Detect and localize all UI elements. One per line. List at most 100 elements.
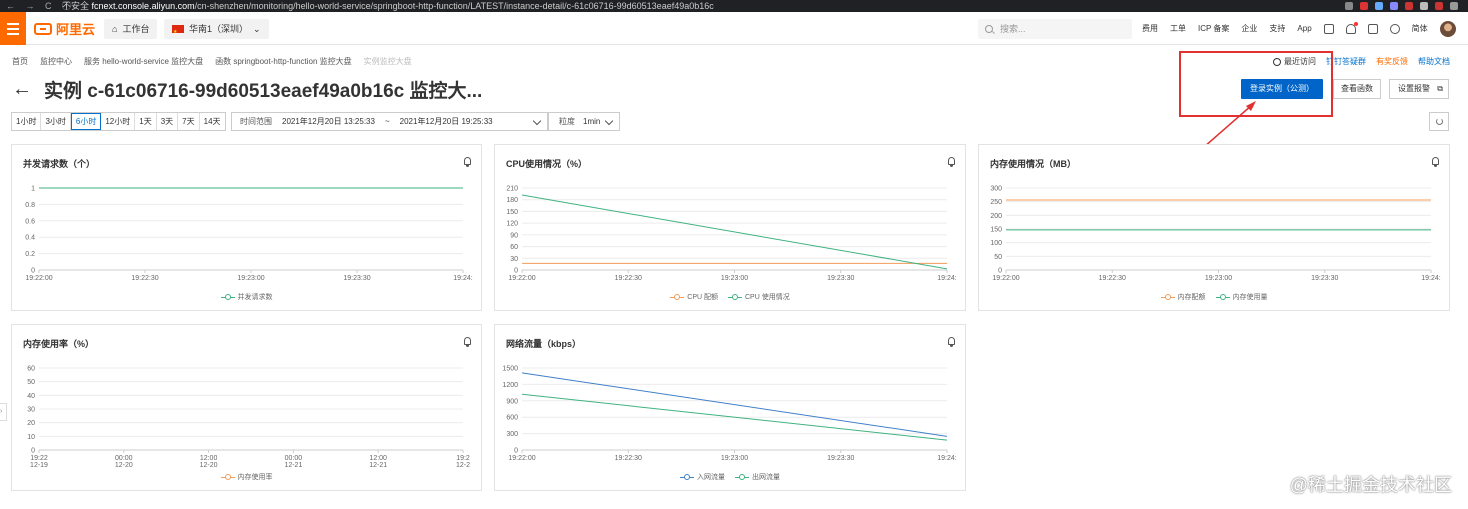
- x-tick-label: 00:00: [115, 455, 133, 462]
- x-tick-label: 00:00: [285, 455, 303, 462]
- x-tick-label: 12-20: [200, 462, 218, 469]
- legend-item[interactable]: 内存使用量: [1215, 292, 1268, 302]
- time-btn-3h[interactable]: 3小时: [41, 113, 71, 130]
- x-tick-label: 19:22:00: [508, 275, 535, 282]
- home-icon: ⌂: [112, 24, 118, 34]
- feedback-link[interactable]: 有奖反馈: [1376, 56, 1408, 67]
- legend-marker-icon: [220, 293, 235, 301]
- y-tick-label: 1200: [502, 382, 518, 389]
- chart-legend: 并发请求数: [12, 292, 481, 302]
- legend-item[interactable]: CPU 配额: [670, 292, 718, 302]
- help-docs-link[interactable]: 帮助文档: [1418, 56, 1450, 67]
- language-switch[interactable]: 简体: [1412, 23, 1428, 34]
- terminal-icon[interactable]: [1323, 23, 1334, 34]
- time-btn-1h[interactable]: 1小时: [12, 113, 42, 130]
- extension-icons[interactable]: [1345, 2, 1458, 10]
- x-tick-label: 19:24:: [1421, 275, 1441, 282]
- nav-link-enterprise[interactable]: 企业: [1241, 23, 1257, 34]
- breadcrumb-item-service[interactable]: 服务 hello-world-service 监控大盘: [84, 56, 203, 67]
- legend-item[interactable]: CPU 使用情况: [728, 292, 790, 302]
- set-alarm-label: 设置报警: [1398, 84, 1430, 93]
- nav-link-icp[interactable]: ICP 备案: [1198, 23, 1229, 34]
- sidebar-collapse-toggle[interactable]: ›: [0, 403, 7, 421]
- nav-link-billing[interactable]: 费用: [1142, 23, 1158, 34]
- region-selector[interactable]: 华南1（深圳） ⌄: [164, 19, 269, 42]
- help-icon[interactable]: [1389, 23, 1400, 34]
- legend-label: 并发请求数: [237, 294, 273, 301]
- time-btn-6h[interactable]: 6小时: [70, 113, 102, 130]
- x-tick-label: 19:23:30: [827, 455, 854, 462]
- breadcrumb-item-current: 实例监控大盘: [363, 57, 412, 66]
- page-header: ← 实例 c-61c06716-99d60513eaef49a0b16c 监控大…: [12, 76, 482, 102]
- x-tick-label: 19:22:30: [1099, 275, 1126, 282]
- legend-item[interactable]: 入网流量: [680, 472, 725, 482]
- chart-panel-concurrent-requests: 并发请求数（个） 0 0.2 0.4 0.6 0.8 1 19:22:00 19:22:30 1…: [11, 144, 482, 311]
- x-tick-label: 19:23:30: [1311, 275, 1338, 282]
- menu-icon[interactable]: [0, 12, 26, 45]
- legend-label: 出网流量: [752, 474, 780, 481]
- cart-icon[interactable]: [1367, 23, 1378, 34]
- time-btn-3d[interactable]: 3天: [157, 113, 179, 130]
- back-arrow-icon[interactable]: ←: [12, 79, 32, 99]
- y-tick-label: 1: [31, 186, 35, 193]
- legend-item[interactable]: 出网流量: [735, 472, 780, 482]
- x-tick-label: 19:23:00: [721, 275, 748, 282]
- search-icon: [985, 25, 993, 33]
- aliyun-logo[interactable]: 阿里云: [34, 20, 95, 37]
- nav-link-tickets[interactable]: 工单: [1170, 23, 1186, 34]
- breadcrumb-item-function[interactable]: 函数 springboot-http-function 监控大盘: [215, 56, 352, 67]
- legend-label: 内存配额: [1177, 294, 1206, 301]
- legend-item[interactable]: 内存配额: [1160, 292, 1206, 302]
- breadcrumb: 首页 监控中心 服务 hello-world-service 监控大盘 函数 s…: [12, 56, 412, 67]
- time-btn-1d[interactable]: 1天: [135, 113, 157, 130]
- y-tick-label: 100: [990, 240, 1002, 247]
- range-separator: ~: [384, 117, 390, 126]
- x-tick-label: 19:22: [30, 455, 48, 462]
- login-instance-button[interactable]: 登录实例（公测）: [1241, 79, 1323, 99]
- x-tick-label: 12-20: [115, 462, 133, 469]
- nav-link-app[interactable]: App: [1297, 24, 1311, 33]
- date-range-picker[interactable]: 时间范围 2021年12月20日 13:25:33 ~2021年12月20日 19:…: [231, 112, 548, 131]
- y-tick-label: 0: [514, 268, 518, 275]
- y-tick-label: 210: [506, 186, 518, 193]
- address-bar[interactable]: 不安全 fcnext.console.aliyun.com/cn-shenzhe…: [62, 0, 714, 12]
- y-tick-label: 20: [27, 420, 35, 427]
- legend-item[interactable]: 并发请求数: [220, 292, 273, 302]
- chart-plot: 0 30 60 90 120 150 180 210 19:22:00 19:22:30 19:23…: [506, 186, 956, 283]
- y-tick-label: 150: [506, 209, 518, 216]
- x-tick-label: 19:2: [456, 455, 470, 462]
- legend-label: 内存使用量: [1232, 294, 1268, 301]
- breadcrumb-item-home[interactable]: 首页: [12, 56, 28, 67]
- notification-bell-icon[interactable]: [1345, 21, 1358, 34]
- workbench-label: 工作台: [122, 24, 150, 34]
- view-function-button[interactable]: 查看函数: [1333, 79, 1381, 99]
- y-tick-label: 250: [990, 199, 1002, 206]
- legend-marker-icon: [670, 293, 685, 301]
- series-line: [521, 372, 948, 437]
- time-btn-7d[interactable]: 7天: [178, 113, 200, 130]
- avatar[interactable]: [1439, 20, 1456, 37]
- time-btn-14d[interactable]: 14天: [200, 113, 225, 130]
- breadcrumb-item-monitor[interactable]: 监控中心: [40, 56, 72, 67]
- url-host: fcnext.console.aliyun.com: [91, 1, 195, 11]
- chart-legend: 入网流量 出网流量: [495, 472, 965, 482]
- page-title: 实例 c-61c06716-99d60513eaef49a0b16c 监控大..…: [44, 80, 483, 102]
- external-link-icon: ⧉: [1437, 84, 1443, 93]
- y-tick-label: 0: [31, 268, 35, 275]
- legend-marker-icon: [220, 473, 235, 481]
- legend-item[interactable]: 内存使用率: [220, 472, 273, 482]
- chart-panel-network-traffic: 网络流量（kbps） 0 300 600 900 1200 1500 19:22:00 19:…: [494, 324, 966, 491]
- x-tick-label: 19:22:00: [508, 455, 535, 462]
- set-alarm-button[interactable]: 设置报警 ⧉: [1389, 79, 1449, 99]
- legend-label: CPU 配额: [687, 294, 718, 301]
- nav-link-support[interactable]: 支持: [1269, 23, 1285, 34]
- top-navbar: 阿里云 ⌂ 工作台 华南1（深圳） ⌄ 搜索... 费用 工单 ICP 备案 企业 …: [0, 12, 1468, 45]
- refresh-button[interactable]: [1429, 112, 1449, 131]
- granularity-select[interactable]: 粒度 1min: [548, 112, 620, 131]
- series-line: [521, 194, 948, 270]
- range-end: 2021年12月20日 19:25:33: [399, 117, 493, 126]
- time-btn-12h[interactable]: 12小时: [101, 113, 136, 130]
- search-input[interactable]: 搜索...: [978, 19, 1132, 39]
- workbench-button[interactable]: ⌂ 工作台: [104, 19, 158, 39]
- x-tick-label: 12:00: [200, 455, 218, 462]
